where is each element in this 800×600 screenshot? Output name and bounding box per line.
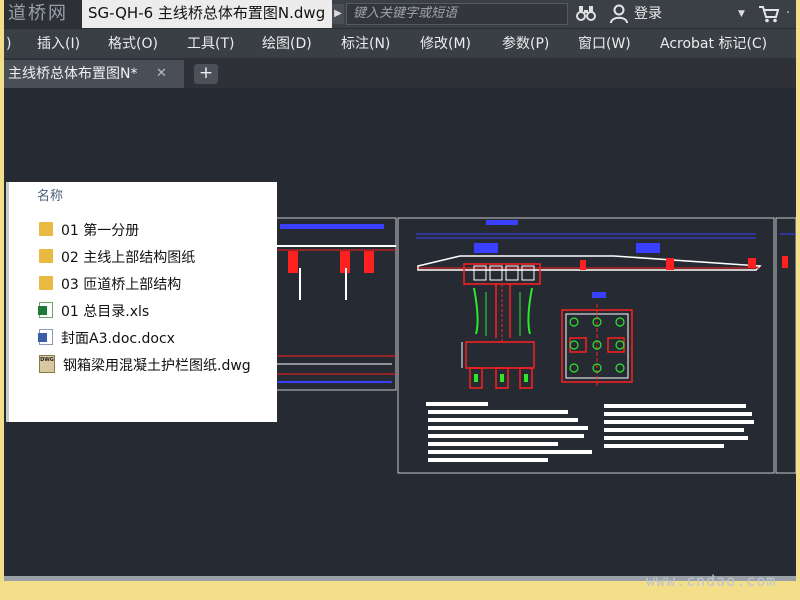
binoculars-icon[interactable] bbox=[576, 4, 598, 24]
title-bar: 道桥网 SG-QH-6 主线桥总体布置图N.dwg ▶ 键入关键字或短语 登录 … bbox=[4, 0, 796, 28]
list-item[interactable]: DWG 钢箱梁用混凝土护栏图纸.dwg bbox=[39, 354, 251, 378]
center-sheet-elevation bbox=[416, 220, 762, 298]
close-icon[interactable]: ✕ bbox=[156, 60, 167, 88]
dwg-icon: DWG bbox=[39, 355, 55, 373]
watermark: www.cndao.com bbox=[646, 572, 777, 590]
menu-item-parameters[interactable]: 参数(P) bbox=[502, 29, 549, 59]
list-item[interactable]: 03 匝道桥上部结构 bbox=[39, 273, 181, 297]
foundation-plan bbox=[561, 304, 633, 388]
list-item[interactable]: 01 总目录.xls bbox=[38, 300, 150, 324]
tab-bar: 主线桥总体布置图N* ✕ + bbox=[4, 58, 796, 88]
user-icon[interactable] bbox=[610, 4, 630, 24]
left-sheet-elevation bbox=[272, 224, 396, 383]
menu-item-modify[interactable]: 修改(M) bbox=[420, 29, 471, 59]
menu-item-dimension[interactable]: 标注(N) bbox=[341, 29, 390, 59]
item-name: 封面A3.doc.docx bbox=[61, 331, 175, 347]
chevron-down-icon[interactable]: ▼ bbox=[738, 0, 745, 28]
file-list-panel: 名称 01 第一分册 02 主线上部结构图纸 03 匝道桥上部结构 01 总目录… bbox=[6, 182, 277, 422]
menu-item-partial[interactable]: ) bbox=[6, 29, 11, 59]
search-input[interactable]: 键入关键字或短语 bbox=[346, 3, 568, 25]
menu-item-insert[interactable]: 插入(I) bbox=[37, 29, 80, 59]
item-name: 03 匝道桥上部结构 bbox=[61, 277, 182, 293]
tab-label: 主线桥总体布置图N* bbox=[8, 66, 138, 82]
menu-item-window[interactable]: 窗口(W) bbox=[578, 29, 631, 59]
item-name: 01 第一分册 bbox=[61, 223, 140, 239]
folder-icon bbox=[39, 249, 53, 263]
item-name: 钢箱梁用混凝土护栏图纸.dwg bbox=[63, 358, 251, 374]
window-frame: 道桥网 SG-QH-6 主线桥总体布置图N.dwg ▶ 键入关键字或短语 登录 … bbox=[0, 0, 800, 600]
add-tab-button[interactable]: + bbox=[194, 64, 218, 84]
document-title: SG-QH-6 主线桥总体布置图N.dwg bbox=[82, 0, 332, 28]
folder-icon bbox=[39, 276, 53, 290]
menu-item-acrobat[interactable]: Acrobat 标记(C) bbox=[660, 29, 767, 59]
menu-item-tools[interactable]: 工具(T) bbox=[187, 29, 234, 59]
menu-item-format[interactable]: 格式(O) bbox=[108, 29, 158, 59]
list-item[interactable]: 02 主线上部结构图纸 bbox=[39, 246, 195, 270]
right-sheet-partial bbox=[780, 233, 796, 268]
xls-icon bbox=[38, 302, 53, 318]
drawing-notes bbox=[426, 402, 754, 462]
item-name: 02 主线上部结构图纸 bbox=[61, 250, 196, 266]
item-name: 01 总目录.xls bbox=[61, 304, 150, 320]
site-logo: 道桥网 bbox=[4, 0, 82, 28]
pier-section bbox=[461, 284, 535, 389]
menu-item-draw[interactable]: 绘图(D) bbox=[262, 29, 312, 59]
cart-icon[interactable] bbox=[758, 5, 780, 23]
overflow-icon[interactable]: · bbox=[786, 0, 790, 28]
login-button[interactable]: 登录 bbox=[634, 0, 662, 28]
tab-drawing[interactable]: 主线桥总体布置图N* ✕ bbox=[4, 60, 184, 88]
folder-icon bbox=[39, 222, 53, 236]
menu-bar: ) 插入(I) 格式(O) 工具(T) 绘图(D) 标注(N) 修改(M) 参数… bbox=[4, 28, 796, 59]
column-header-name[interactable]: 名称 bbox=[37, 185, 63, 204]
expand-arrow-icon[interactable]: ▶ bbox=[332, 4, 344, 24]
list-item[interactable]: 封面A3.doc.docx bbox=[38, 327, 175, 351]
list-item[interactable]: 01 第一分册 bbox=[39, 219, 139, 243]
doc-icon bbox=[38, 329, 53, 345]
